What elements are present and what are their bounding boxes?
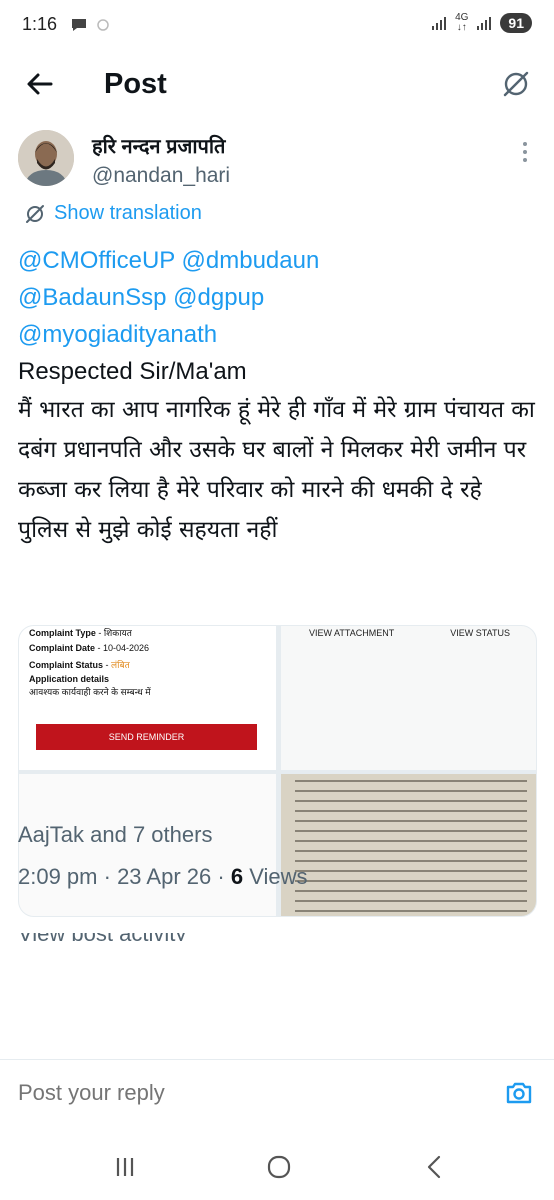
chat-bubble-icon [72,19,86,31]
document-scan [295,780,527,916]
views-count: 6 [230,864,244,889]
complaint-type-value: शिकायत [103,628,132,638]
media-image-4[interactable] [281,774,536,916]
back-chevron-icon[interactable] [420,1152,450,1182]
reply-input[interactable] [18,1080,306,1106]
complaint-date-value: 10-04-2026 [103,643,150,653]
application-details-value: आवश्यक कार्यवाही करने के सम्बन्ध में [29,687,151,697]
media-image-2[interactable]: VIEW ATTACHMENT VIEW STATUS [281,626,536,770]
dot-icon [523,158,527,162]
view-post-activity-link[interactable]: View post activity [18,933,258,941]
complaint-date-label: Complaint Date [29,643,96,653]
reply-bar [0,1060,554,1130]
sync-icon [97,19,109,31]
avatar[interactable] [18,130,74,186]
avatar-photo [18,130,74,186]
arrow-left-icon[interactable] [24,68,56,100]
view-post-activity-label: View post activity [18,933,186,941]
app-header: Post [0,52,554,118]
complaint-status-label: Complaint Status [29,660,104,670]
mention-link[interactable]: @CMOfficeUP [18,247,175,274]
show-translation-button[interactable]: Show translation [24,202,202,225]
application-details-label: Application details [29,674,110,684]
recents-icon[interactable] [110,1152,140,1182]
more-options-button[interactable] [518,142,532,172]
mention-link[interactable]: @BadaunSsp [18,284,166,311]
media-image-1[interactable]: Complaint Type - शिकायत Complaint Date -… [19,626,276,770]
post-text: @CMOfficeUP @dmbudaun @BadaunSsp @dgpup … [18,242,538,550]
post-body: मैं भारत का आप नागरिक हूं मेरे ही गाँव म… [18,397,535,543]
post-greeting: Respected Sir/Ma'am [18,358,247,385]
translate-icon [26,204,44,223]
liked-by-text[interactable]: AajTak and 7 others [18,822,212,848]
status-time: 1:16 [22,14,58,34]
system-nav-bar [0,1130,554,1200]
home-circle-icon[interactable] [264,1152,294,1182]
translate-off-icon[interactable] [500,68,532,100]
post-meta: 2:09 pm · 23 Apr 26 · 6 Views [18,864,308,889]
battery-level: 91 [500,13,532,33]
status-bar: 1:16 4G ↓↑ 91 [0,0,554,52]
view-status-label: VIEW STATUS [450,628,510,638]
mention-link[interactable]: @myogiadityanath [18,321,217,348]
complaint-type-label: Complaint Type [29,628,96,638]
camera-icon[interactable] [504,1078,534,1108]
send-reminder-button: SEND REMINDER [36,724,257,750]
data-arrows-icon: 4G ↓↑ [455,12,469,33]
show-translation-label: Show translation [54,202,202,224]
wifi-call-signal-icon [432,17,447,30]
view-attachment-label: VIEW ATTACHMENT [309,628,395,638]
page-title: Post [104,68,167,100]
post-time: 2:09 pm [18,864,98,889]
dot-icon [523,150,527,154]
author-handle[interactable]: @nandan_hari [92,164,230,188]
dot-icon [523,142,527,146]
complaint-status-value: लंबित [111,660,130,670]
mention-link[interactable]: @dgpup [173,284,264,311]
views-label: Views [249,864,308,889]
post-date: 23 Apr 26 [117,864,212,889]
signal-icon [477,17,492,30]
mention-link[interactable]: @dmbudaun [182,247,320,274]
author-name[interactable]: हरि नन्दन प्रजापति [92,132,225,159]
